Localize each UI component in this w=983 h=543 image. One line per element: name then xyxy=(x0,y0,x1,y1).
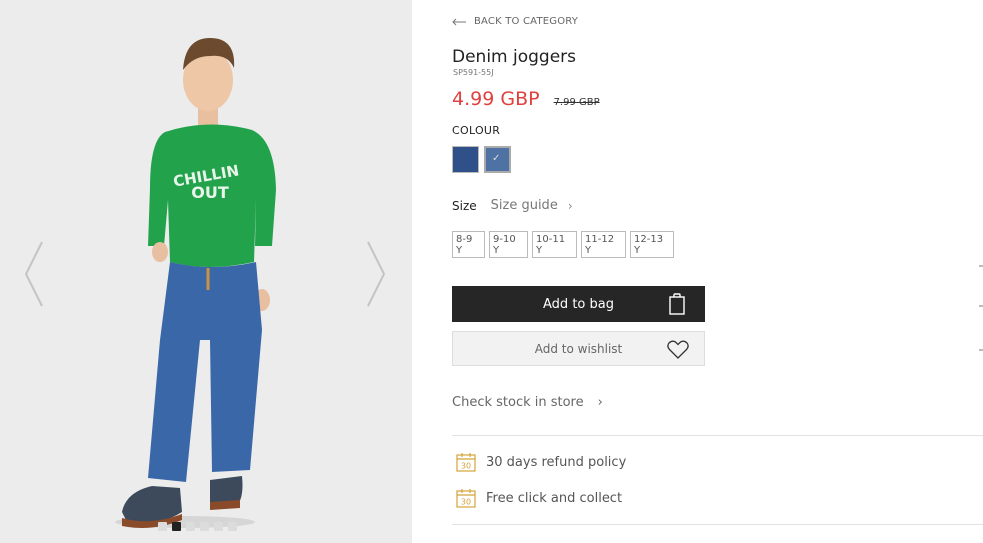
gallery-dot[interactable] xyxy=(200,522,209,531)
size-option-10-11[interactable]: 10-11 Y xyxy=(532,231,577,258)
calendar-30-icon: 30 xyxy=(456,489,476,508)
product-sku: SP591-55J xyxy=(453,68,494,77)
divider xyxy=(452,524,983,525)
product-gallery: CHILLIN OUT xyxy=(0,0,412,543)
calendar-30-icon: 30 xyxy=(456,453,476,472)
check-icon: ✓ xyxy=(492,153,501,164)
heart-icon xyxy=(667,340,689,359)
chevron-right-icon: › xyxy=(597,395,603,410)
perk-click-collect-label: Free click and collect xyxy=(486,490,623,506)
divider xyxy=(452,435,983,436)
edge-mark xyxy=(979,349,983,351)
chevron-right-icon[interactable]: › xyxy=(568,199,573,213)
perk-click-collect: 30 Free click and collect xyxy=(456,488,622,508)
colour-label: COLOUR xyxy=(452,124,501,137)
product-title: Denim joggers xyxy=(452,47,577,67)
size-option-11-12[interactable]: 11-12 Y xyxy=(581,231,626,258)
prev-image-chevron-left-icon[interactable] xyxy=(22,240,46,308)
add-to-bag-button[interactable]: Add to bag xyxy=(452,286,705,322)
gallery-dot[interactable] xyxy=(186,522,195,531)
arrow-left-icon xyxy=(452,18,466,25)
svg-text:30: 30 xyxy=(461,498,471,507)
colour-swatch-light-denim[interactable]: ✓ xyxy=(484,146,511,173)
gallery-dot[interactable] xyxy=(214,522,223,531)
back-to-category-label: BACK TO CATEGORY xyxy=(474,16,579,27)
add-to-wishlist-label: Add to wishlist xyxy=(534,341,623,356)
perk-refund: 30 30 days refund policy xyxy=(456,452,626,472)
gallery-dot-active[interactable] xyxy=(172,522,181,531)
gallery-dot[interactable] xyxy=(228,522,237,531)
current-price: 4.99 GBP xyxy=(452,88,540,110)
add-to-bag-label: Add to bag xyxy=(543,296,614,312)
back-to-category-link[interactable]: BACK TO CATEGORY xyxy=(452,16,578,27)
colour-swatch-dark-denim[interactable] xyxy=(452,146,479,173)
gallery-dot[interactable] xyxy=(158,522,167,531)
add-to-wishlist-button[interactable]: Add to wishlist xyxy=(452,331,705,366)
colour-swatches: ✓ xyxy=(452,146,511,173)
check-stock-link[interactable]: Check stock in store › xyxy=(452,395,603,410)
size-row: Size Size guide › xyxy=(452,198,573,213)
price-row: 4.99 GBP 7.99 GBP xyxy=(452,88,600,110)
check-stock-label: Check stock in store xyxy=(452,395,584,410)
perk-refund-label: 30 days refund policy xyxy=(486,454,627,470)
size-options: 8-9 Y 9-10 Y 10-11 Y 11-12 Y 12-13 Y xyxy=(452,231,674,258)
old-price: 7.99 GBP xyxy=(553,97,600,108)
gallery-dots xyxy=(158,522,237,531)
size-guide-link[interactable]: Size guide xyxy=(491,198,558,213)
next-image-chevron-right-icon[interactable] xyxy=(364,240,388,308)
edge-mark xyxy=(979,305,983,307)
size-option-9-10[interactable]: 9-10 Y xyxy=(489,231,528,258)
product-photo: CHILLIN OUT xyxy=(0,0,412,543)
svg-text:30: 30 xyxy=(461,462,471,471)
size-label: Size xyxy=(452,198,477,213)
sweater-text-line2: OUT xyxy=(191,183,229,202)
edge-mark xyxy=(979,265,983,267)
size-option-12-13[interactable]: 12-13 Y xyxy=(630,231,674,258)
size-option-8-9[interactable]: 8-9 Y xyxy=(452,231,485,258)
product-info: BACK TO CATEGORY Denim joggers SP591-55J… xyxy=(452,0,983,543)
shopping-bag-icon xyxy=(669,293,685,315)
